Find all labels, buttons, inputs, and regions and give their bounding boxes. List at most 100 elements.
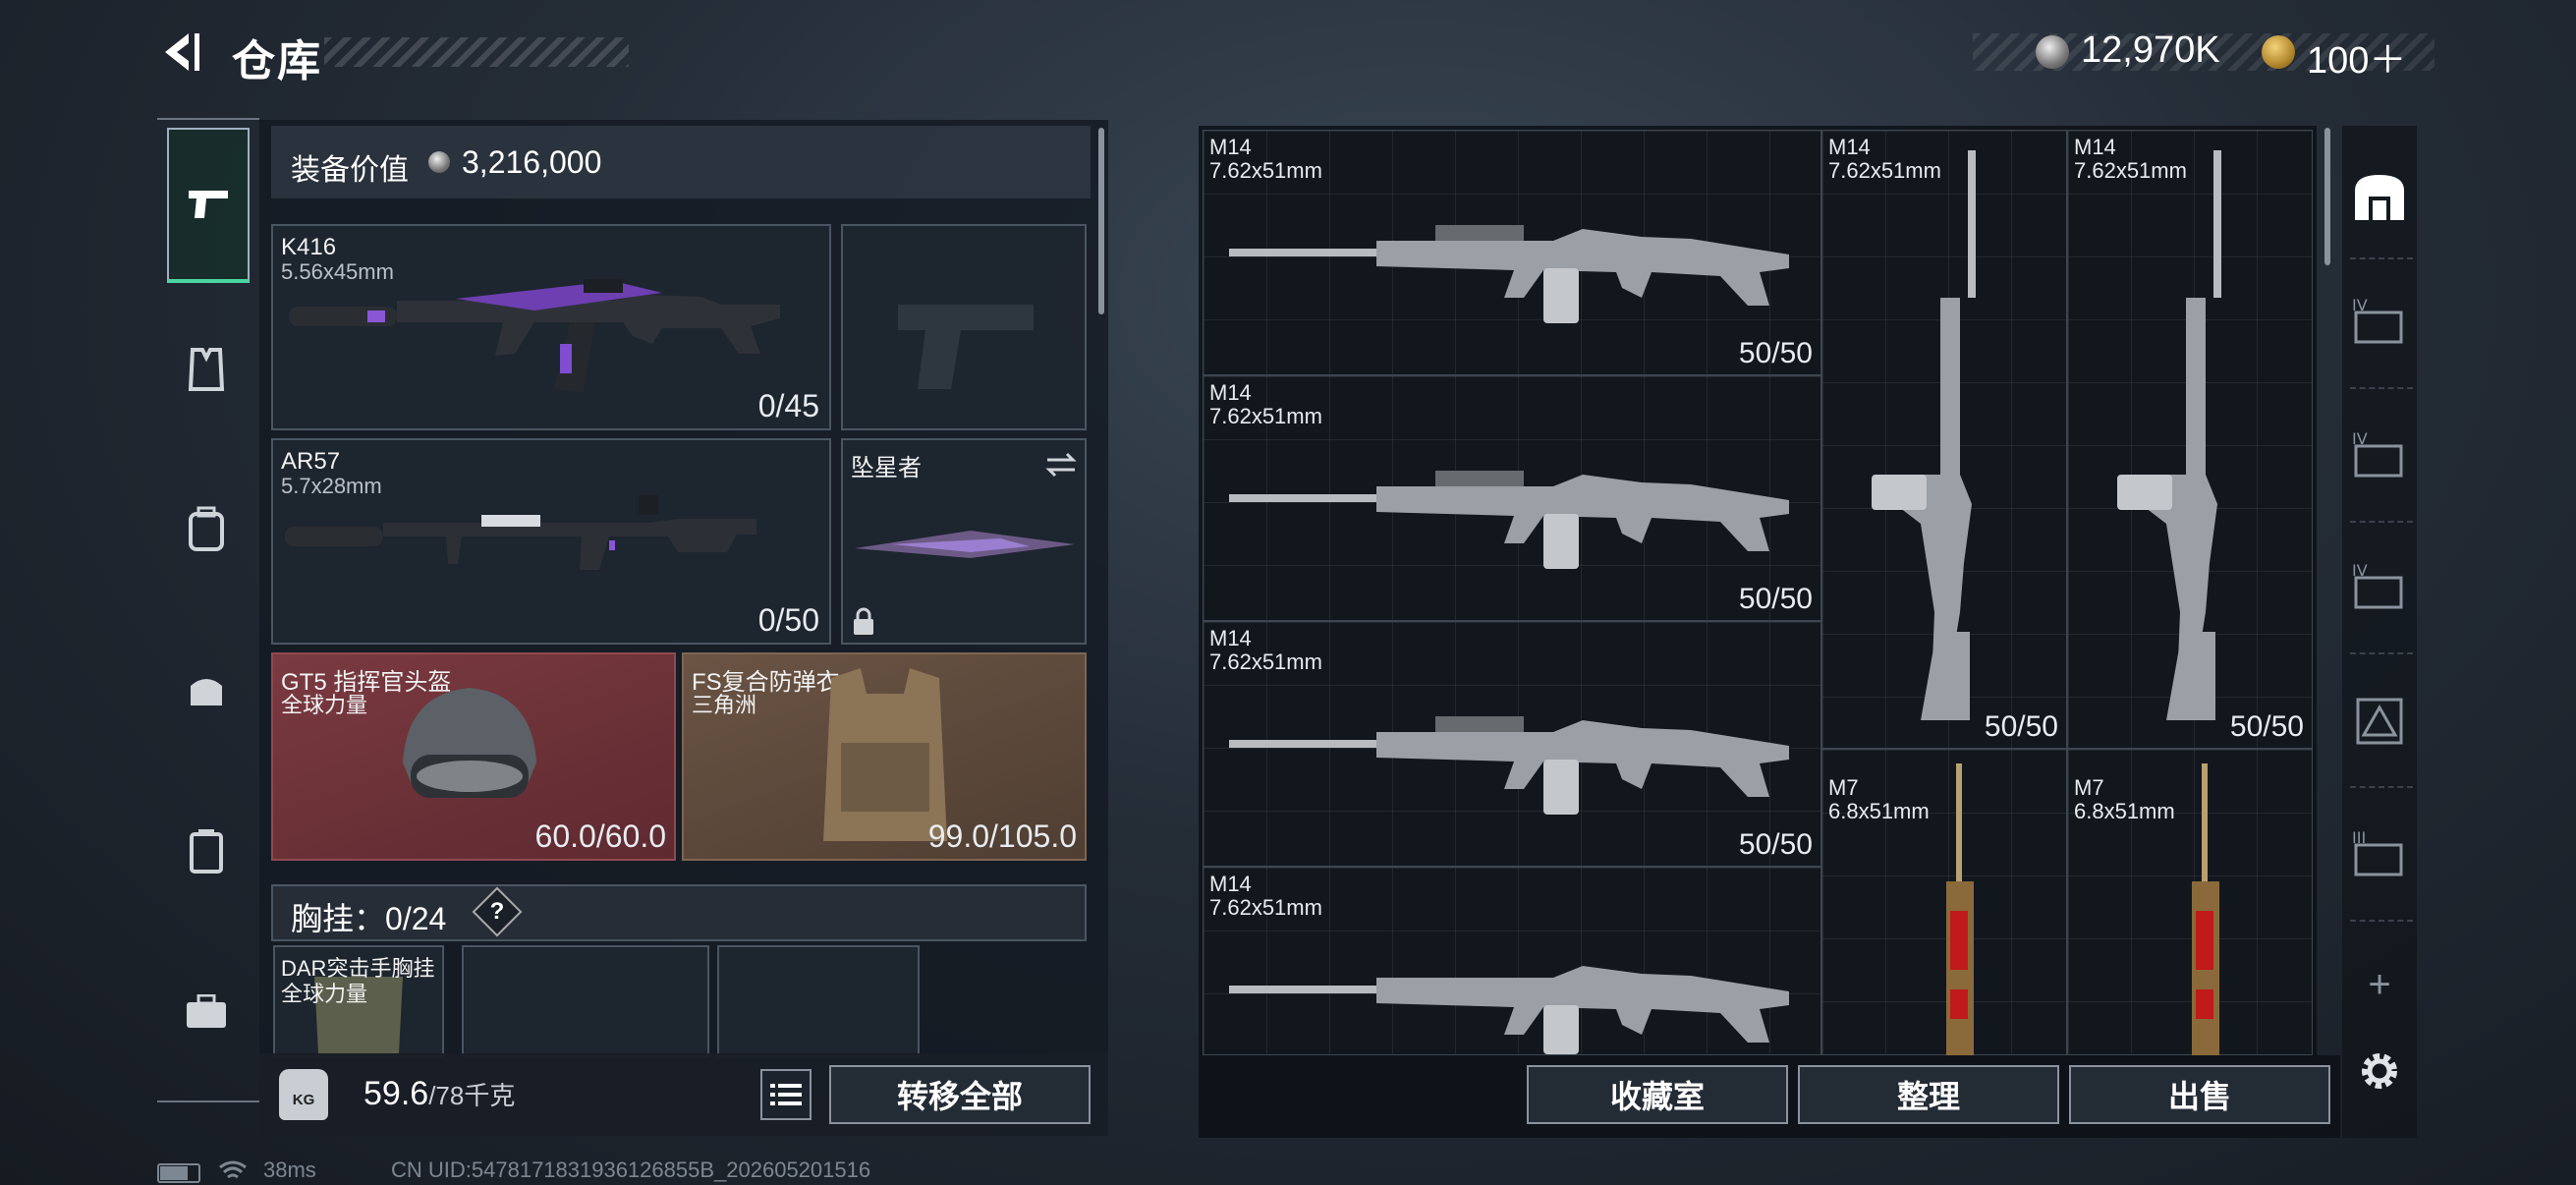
ar57-rifle-image: [285, 495, 756, 570]
secondary-weapon-slot[interactable]: AR57 5.7x28mm 0/50: [271, 438, 831, 645]
category-weapons[interactable]: [167, 128, 250, 283]
pouch-slot-empty[interactable]: [462, 945, 709, 1057]
item-ammo: 7.62x51mm: [1209, 895, 1322, 920]
storage-item[interactable]: M14 7.62x51mm 50/50: [1203, 621, 1821, 867]
warehouse-icon: [2355, 175, 2404, 220]
storage-tab-2[interactable]: IV: [2342, 405, 2417, 503]
weight-icon: KG: [279, 1069, 328, 1120]
storage-item[interactable]: M7 6.8x51mm: [2067, 749, 2313, 1056]
add-tab-button[interactable]: +: [2342, 935, 2417, 1034]
loadout-scrollbar[interactable]: [1098, 128, 1104, 314]
pistol-slot-empty[interactable]: [841, 224, 1087, 430]
m7-rifle-image: [1946, 763, 1974, 1056]
weapon-ammo-count: 0/45: [757, 388, 819, 423]
m14-rifle-vertical-image: [2117, 150, 2221, 720]
tab-divider: [2350, 521, 2413, 523]
item-name: M14: [1209, 872, 1252, 896]
category-divider: [157, 1100, 259, 1102]
item-count: 50/50: [1738, 583, 1813, 615]
list-view-button[interactable]: [760, 1069, 812, 1120]
item-ammo: 6.8x51mm: [1828, 799, 1930, 823]
ticket-amount[interactable]: 100＋: [2307, 29, 2406, 84]
help-glyph: ?: [489, 898, 505, 925]
expansion-case-icon: IV: [2352, 296, 2403, 344]
storage-tab-main[interactable]: [2342, 147, 2417, 246]
storage-item[interactable]: M7 6.8x51mm: [1821, 749, 2067, 1056]
melee-name: 坠星者: [851, 455, 922, 481]
helmet-faction: 全球力量: [281, 693, 368, 717]
page-title: 仓库: [232, 37, 322, 85]
m14-rifle-image: [1229, 966, 1789, 1054]
armor-faction: 三角洲: [692, 693, 757, 717]
category-divider: [157, 118, 259, 120]
storage-tab-5[interactable]: III: [2342, 804, 2417, 902]
tab-divider: [2350, 652, 2413, 654]
storage-tab-3[interactable]: IV: [2342, 536, 2417, 635]
item-count: 50/50: [1984, 710, 2058, 743]
item-name: M14: [1209, 380, 1252, 405]
m14-rifle-image: [1229, 225, 1789, 323]
item-count: 50/50: [1738, 337, 1813, 369]
sell-button[interactable]: 出售: [2069, 1065, 2330, 1124]
tab-divider: [2350, 387, 2413, 389]
battery-icon: [157, 1163, 200, 1183]
helmet-slot[interactable]: GT5 指挥官头盔 全球力量 60.0/60.0: [271, 652, 676, 861]
storage-scrollbar[interactable]: [2324, 128, 2330, 265]
gear-icon: [2362, 1053, 2397, 1089]
helmet-durability: 60.0/60.0: [534, 818, 666, 854]
collection-room-button[interactable]: 收藏室: [1527, 1065, 1788, 1124]
knife-image: [855, 531, 1075, 558]
item-ammo: 7.62x51mm: [1209, 158, 1322, 183]
m7-rifle-image: [2192, 763, 2219, 1056]
k416-rifle-image: [289, 279, 780, 393]
lock-icon: [854, 607, 873, 635]
hafu-coin-icon: [2036, 35, 2069, 69]
pistol-icon: [189, 191, 228, 218]
expansion-case-icon: III: [2352, 828, 2403, 876]
case-icon: [190, 829, 223, 874]
triangle-case-icon: [2356, 698, 2403, 745]
item-name: M7: [2074, 775, 2104, 800]
back-arrow-icon[interactable]: [155, 28, 204, 77]
category-pouch[interactable]: [157, 639, 255, 737]
money-amount[interactable]: 12,970K: [2081, 29, 2220, 72]
category-toolbox[interactable]: [157, 963, 255, 1061]
chest-rig-item[interactable]: DAR突击手胸挂 全球力量: [273, 945, 444, 1057]
pouch-slot-empty[interactable]: [717, 945, 920, 1057]
m14-rifle-vertical-image: [1872, 150, 1976, 720]
item-count: 50/50: [1738, 828, 1813, 861]
storage-item[interactable]: M14 7.62x51mm 50/50: [1203, 130, 1821, 375]
transfer-all-button[interactable]: 转移全部: [829, 1065, 1091, 1124]
equipment-value: 3,216,000: [462, 144, 602, 180]
expansion-case-icon: IV: [2352, 429, 2403, 478]
sort-button[interactable]: 整理: [1798, 1065, 2059, 1124]
chest-rig-count: 0/24: [385, 901, 447, 936]
vest-icon: [188, 348, 225, 391]
carry-weight: 59.6/78千克: [364, 1075, 515, 1113]
primary-weapon-slot[interactable]: K416 5.56x45mm 0/45: [271, 224, 831, 430]
storage-tab-1[interactable]: IV: [2342, 271, 2417, 369]
settings-button[interactable]: [2342, 1022, 2417, 1120]
category-case[interactable]: [157, 802, 255, 900]
storage-item[interactable]: M14 7.62x51mm 50/50: [1821, 130, 2067, 749]
melee-slot[interactable]: 坠星者: [841, 438, 1087, 645]
item-ammo: 7.62x51mm: [1209, 649, 1322, 674]
weapon-ammo-count: 0/50: [757, 602, 819, 638]
category-chest-rig[interactable]: [157, 320, 255, 419]
storage-item[interactable]: M14 7.62x51mm 50/50: [1203, 375, 1821, 621]
category-backpack[interactable]: [157, 480, 255, 578]
item-count: 50/50: [2229, 710, 2304, 743]
list-icon: [770, 1084, 802, 1105]
armor-slot[interactable]: FS复合防弹衣 三角洲 99.0/105.0: [682, 652, 1087, 861]
expansion-case-icon: IV: [2352, 561, 2403, 609]
storage-item[interactable]: M14 7.62x51mm: [1203, 867, 1821, 1055]
item-name: M14: [1209, 135, 1252, 159]
tab-divider: [2350, 786, 2413, 788]
swap-icon[interactable]: [1043, 450, 1079, 480]
chest-rig-title: 胸挂：: [291, 901, 386, 936]
pistol-placeholder-icon: [898, 305, 1034, 389]
storage-item[interactable]: M14 7.62x51mm 50/50: [2067, 130, 2313, 749]
storage-tab-4[interactable]: [2342, 672, 2417, 770]
title-stripe: [324, 37, 629, 67]
item-name: M14: [1209, 626, 1252, 650]
